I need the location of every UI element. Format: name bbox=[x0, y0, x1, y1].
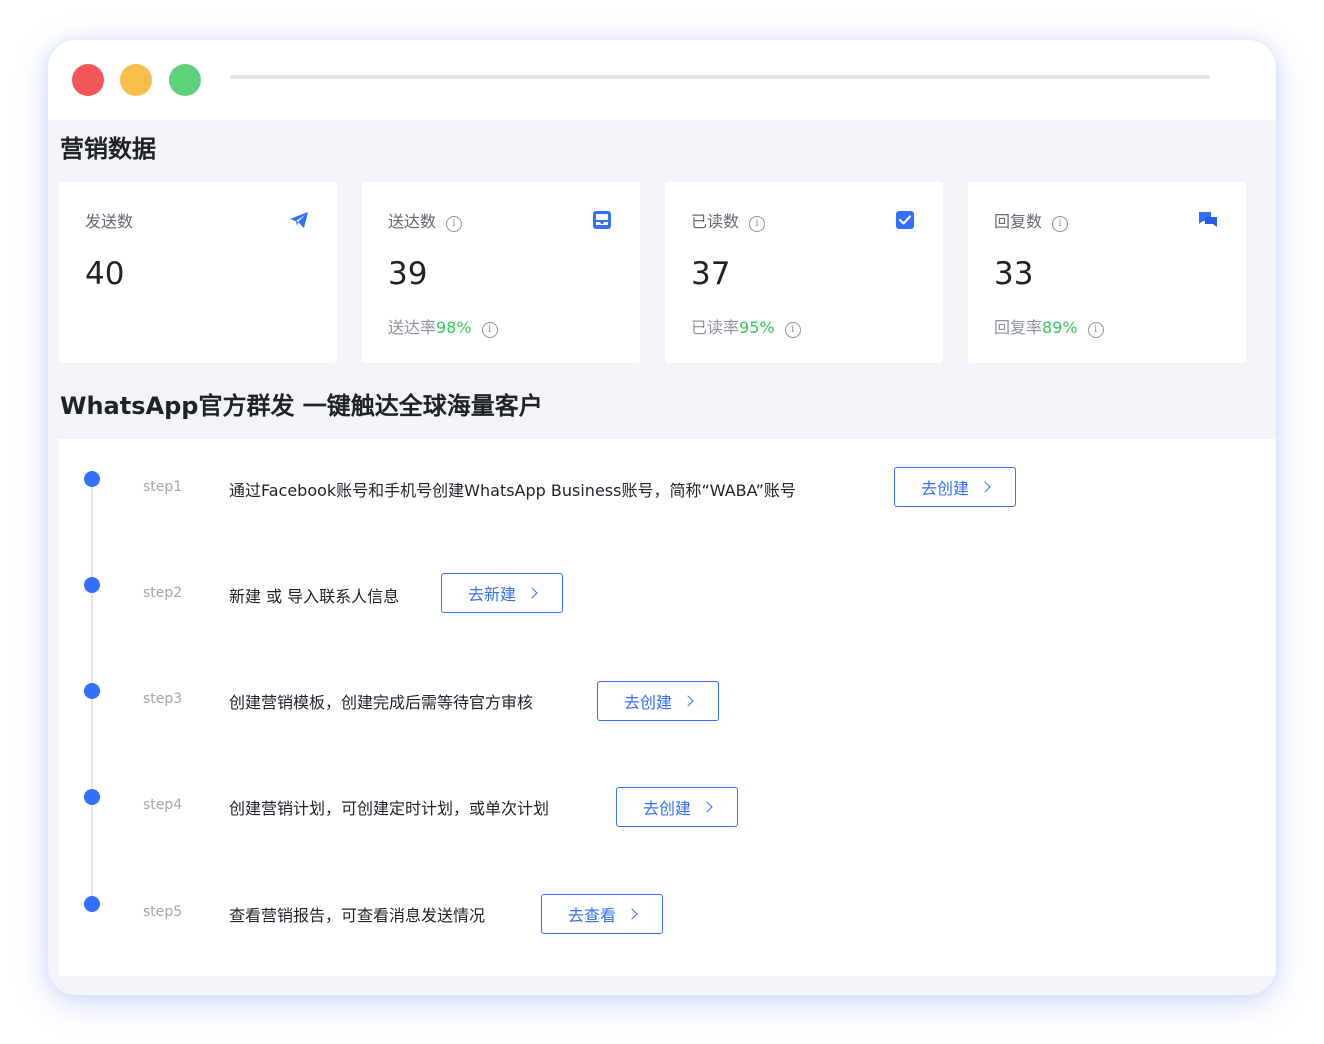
stat-rate: 送达率98% i bbox=[388, 314, 498, 338]
stat-card-delivered: 送达数 i 39 送达率98% i bbox=[362, 182, 640, 363]
chevron-right-icon bbox=[626, 908, 638, 920]
step-description: 新建 或 导入联系人信息 bbox=[229, 587, 400, 606]
steps-panel: step1 通过Facebook账号和手机号创建WhatsApp Busines… bbox=[59, 439, 1276, 976]
step-label: step5 bbox=[143, 904, 183, 920]
step-label: step2 bbox=[143, 585, 183, 601]
step-dot bbox=[84, 789, 100, 805]
stat-label: 发送数 bbox=[85, 212, 134, 231]
close-window-button[interactable] bbox=[72, 64, 104, 96]
step4-create-button[interactable]: 去创建 bbox=[616, 787, 738, 827]
step-description: 创建营销计划，可创建定时计划，或单次计划 bbox=[229, 799, 550, 818]
stat-label: 回复数 bbox=[994, 212, 1043, 231]
step5-view-button[interactable]: 去查看 bbox=[541, 894, 663, 934]
stat-rate: 已读率95% i bbox=[691, 314, 801, 338]
info-icon[interactable]: i bbox=[784, 322, 801, 338]
chevron-right-icon bbox=[526, 587, 538, 599]
stat-rate: 回复率89% i bbox=[994, 314, 1104, 338]
rate-label: 已读率 bbox=[691, 318, 740, 337]
stat-card-read: 已读数 i 37 已读率95% i bbox=[665, 182, 943, 363]
step3-create-button[interactable]: 去创建 bbox=[597, 681, 719, 721]
chevron-right-icon bbox=[979, 481, 991, 493]
stat-card-sent: 发送数 40 bbox=[59, 182, 337, 363]
chevron-right-icon bbox=[682, 695, 694, 707]
info-icon[interactable]: i bbox=[481, 322, 498, 338]
step-dot bbox=[84, 683, 100, 699]
paper-plane-icon bbox=[290, 212, 308, 228]
stat-value: 39 bbox=[388, 256, 428, 292]
rate-label: 送达率 bbox=[388, 318, 437, 337]
info-icon[interactable]: i bbox=[1052, 216, 1069, 232]
step-description: 查看营销报告，可查看消息发送情况 bbox=[229, 906, 486, 925]
stat-value: 40 bbox=[85, 256, 125, 292]
rate-percent: 95% bbox=[739, 318, 775, 337]
stat-label: 送达数 bbox=[388, 212, 437, 231]
step-dot bbox=[84, 471, 100, 487]
rate-label: 回复率 bbox=[994, 318, 1043, 337]
step-description: 创建营销模板，创建完成后需等待官方审核 bbox=[229, 693, 534, 712]
stat-label: 已读数 bbox=[691, 212, 740, 231]
stat-value: 33 bbox=[994, 256, 1034, 292]
address-bar[interactable] bbox=[230, 75, 1210, 79]
step2-new-button[interactable]: 去新建 bbox=[441, 573, 563, 613]
chevron-right-icon bbox=[701, 801, 713, 813]
rate-percent: 98% bbox=[436, 318, 472, 337]
app-window: 营销数据 发送数 40 送达数 i 39 送达率98% i 已读数 i 37 已读率9… bbox=[48, 40, 1276, 995]
step-label: step3 bbox=[143, 691, 183, 707]
stat-value: 37 bbox=[691, 256, 731, 292]
marketing-data-title: 营销数据 bbox=[60, 135, 156, 163]
checkbox-icon bbox=[896, 211, 914, 229]
rate-percent: 89% bbox=[1042, 318, 1078, 337]
inbox-icon bbox=[593, 211, 611, 229]
maximize-window-button[interactable] bbox=[169, 64, 201, 96]
guide-title: WhatsApp官方群发 一键触达全球海量客户 bbox=[60, 392, 543, 420]
window-titlebar bbox=[48, 40, 1276, 120]
info-icon[interactable]: i bbox=[749, 216, 766, 232]
step-description: 通过Facebook账号和手机号创建WhatsApp Business账号，简称… bbox=[229, 481, 796, 500]
chat-bubbles-icon bbox=[1199, 212, 1217, 227]
minimize-window-button[interactable] bbox=[120, 64, 152, 96]
step1-create-button[interactable]: 去创建 bbox=[894, 467, 1016, 507]
step-label: step4 bbox=[143, 797, 183, 813]
step-dot bbox=[84, 577, 100, 593]
info-icon[interactable]: i bbox=[1087, 322, 1104, 338]
info-icon[interactable]: i bbox=[446, 216, 463, 232]
stat-card-replied: 回复数 i 33 回复率89% i bbox=[968, 182, 1246, 363]
step-label: step1 bbox=[143, 479, 183, 495]
step-dot bbox=[84, 896, 100, 912]
